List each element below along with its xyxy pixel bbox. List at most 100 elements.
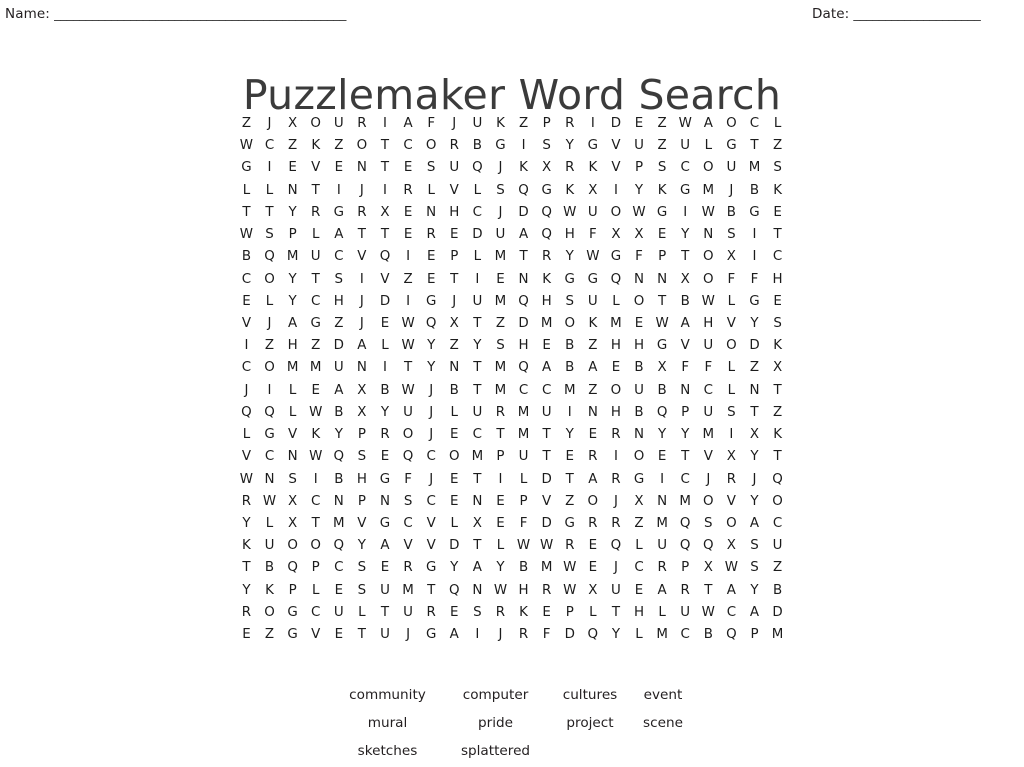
grid-cell[interactable]: I	[327, 180, 350, 202]
grid-cell[interactable]: X	[581, 580, 604, 602]
grid-cell[interactable]: O	[766, 491, 789, 513]
grid-cell[interactable]: O	[697, 246, 720, 268]
grid-cell[interactable]: L	[466, 246, 489, 268]
grid-cell[interactable]: O	[304, 535, 327, 557]
grid-cell[interactable]: G	[235, 157, 258, 179]
grid-cell[interactable]: O	[604, 380, 627, 402]
grid-cell[interactable]: Z	[258, 624, 281, 646]
grid-cell[interactable]: L	[766, 113, 789, 135]
grid-cell[interactable]: B	[743, 180, 766, 202]
grid-cell[interactable]: U	[604, 580, 627, 602]
grid-cell[interactable]: Z	[397, 269, 420, 291]
grid-cell[interactable]: X	[697, 557, 720, 579]
grid-cell[interactable]: Y	[674, 424, 697, 446]
grid-cell[interactable]: S	[720, 402, 743, 424]
grid-cell[interactable]: B	[674, 291, 697, 313]
grid-cell[interactable]: N	[420, 202, 443, 224]
grid-cell[interactable]: U	[327, 357, 350, 379]
grid-cell[interactable]: L	[512, 469, 535, 491]
grid-cell[interactable]: J	[420, 402, 443, 424]
grid-cell[interactable]: J	[489, 202, 512, 224]
grid-cell[interactable]: D	[535, 469, 558, 491]
grid-cell[interactable]: E	[420, 246, 443, 268]
grid-cell[interactable]: H	[627, 602, 650, 624]
grid-cell[interactable]: G	[651, 335, 674, 357]
grid-cell[interactable]: G	[627, 469, 650, 491]
grid-cell[interactable]: Y	[350, 535, 373, 557]
grid-cell[interactable]: E	[420, 269, 443, 291]
grid-cell[interactable]: V	[604, 135, 627, 157]
grid-cell[interactable]: C	[397, 135, 420, 157]
grid-cell[interactable]: E	[627, 313, 650, 335]
grid-cell[interactable]: X	[535, 157, 558, 179]
grid-cell[interactable]: T	[466, 357, 489, 379]
grid-cell[interactable]: S	[743, 557, 766, 579]
grid-cell[interactable]: H	[512, 580, 535, 602]
grid-cell[interactable]: E	[443, 491, 466, 513]
grid-cell[interactable]: W	[304, 446, 327, 468]
grid-cell[interactable]: L	[281, 402, 304, 424]
grid-cell[interactable]: X	[627, 491, 650, 513]
grid-cell[interactable]: L	[720, 291, 743, 313]
grid-cell[interactable]: T	[373, 157, 396, 179]
grid-cell[interactable]: H	[627, 335, 650, 357]
grid-cell[interactable]: D	[373, 291, 396, 313]
grid-cell[interactable]: L	[258, 513, 281, 535]
grid-cell[interactable]: A	[743, 602, 766, 624]
grid-cell[interactable]: P	[674, 402, 697, 424]
grid-cell[interactable]: E	[651, 446, 674, 468]
grid-cell[interactable]: W	[235, 224, 258, 246]
grid-cell[interactable]: N	[373, 491, 396, 513]
grid-cell[interactable]: U	[327, 113, 350, 135]
grid-cell[interactable]: Y	[674, 224, 697, 246]
grid-cell[interactable]: Q	[720, 624, 743, 646]
grid-cell[interactable]: G	[420, 624, 443, 646]
grid-cell[interactable]: N	[258, 469, 281, 491]
word-list-item[interactable]: cultures	[547, 686, 633, 705]
word-list-item[interactable]: sketches	[331, 742, 444, 761]
grid-cell[interactable]: O	[443, 446, 466, 468]
grid-cell[interactable]: T	[304, 269, 327, 291]
grid-cell[interactable]: T	[466, 535, 489, 557]
grid-cell[interactable]: G	[581, 269, 604, 291]
grid-cell[interactable]: I	[350, 269, 373, 291]
grid-cell[interactable]: W	[535, 535, 558, 557]
grid-cell[interactable]: B	[766, 580, 789, 602]
grid-cell[interactable]: L	[604, 291, 627, 313]
grid-cell[interactable]: M	[743, 157, 766, 179]
grid-cell[interactable]: R	[604, 469, 627, 491]
grid-cell[interactable]: U	[373, 580, 396, 602]
grid-cell[interactable]: N	[581, 402, 604, 424]
grid-cell[interactable]: V	[304, 624, 327, 646]
grid-cell[interactable]: R	[420, 602, 443, 624]
grid-cell[interactable]: S	[489, 335, 512, 357]
grid-cell[interactable]: W	[674, 113, 697, 135]
grid-cell[interactable]: O	[604, 202, 627, 224]
grid-cell[interactable]: W	[581, 246, 604, 268]
grid-cell[interactable]: I	[466, 269, 489, 291]
grid-cell[interactable]: P	[651, 246, 674, 268]
grid-cell[interactable]: E	[235, 291, 258, 313]
grid-cell[interactable]: Z	[581, 335, 604, 357]
grid-cell[interactable]: S	[535, 135, 558, 157]
grid-cell[interactable]: Q	[604, 269, 627, 291]
word-list-item[interactable]: scene	[633, 714, 693, 733]
grid-cell[interactable]: T	[350, 224, 373, 246]
grid-cell[interactable]: M	[489, 357, 512, 379]
grid-cell[interactable]: C	[304, 602, 327, 624]
grid-cell[interactable]: I	[373, 180, 396, 202]
grid-cell[interactable]: Z	[512, 113, 535, 135]
grid-cell[interactable]: A	[581, 357, 604, 379]
grid-cell[interactable]: O	[581, 491, 604, 513]
grid-cell[interactable]: C	[512, 380, 535, 402]
grid-cell[interactable]: G	[581, 135, 604, 157]
grid-cell[interactable]: G	[489, 135, 512, 157]
grid-cell[interactable]: X	[604, 224, 627, 246]
grid-cell[interactable]: T	[466, 313, 489, 335]
name-field[interactable]: Name: __________________________________…	[5, 6, 409, 22]
grid-cell[interactable]: R	[489, 602, 512, 624]
grid-cell[interactable]: N	[512, 269, 535, 291]
grid-cell[interactable]: Z	[651, 113, 674, 135]
grid-cell[interactable]: R	[558, 157, 581, 179]
grid-cell[interactable]: Q	[466, 157, 489, 179]
